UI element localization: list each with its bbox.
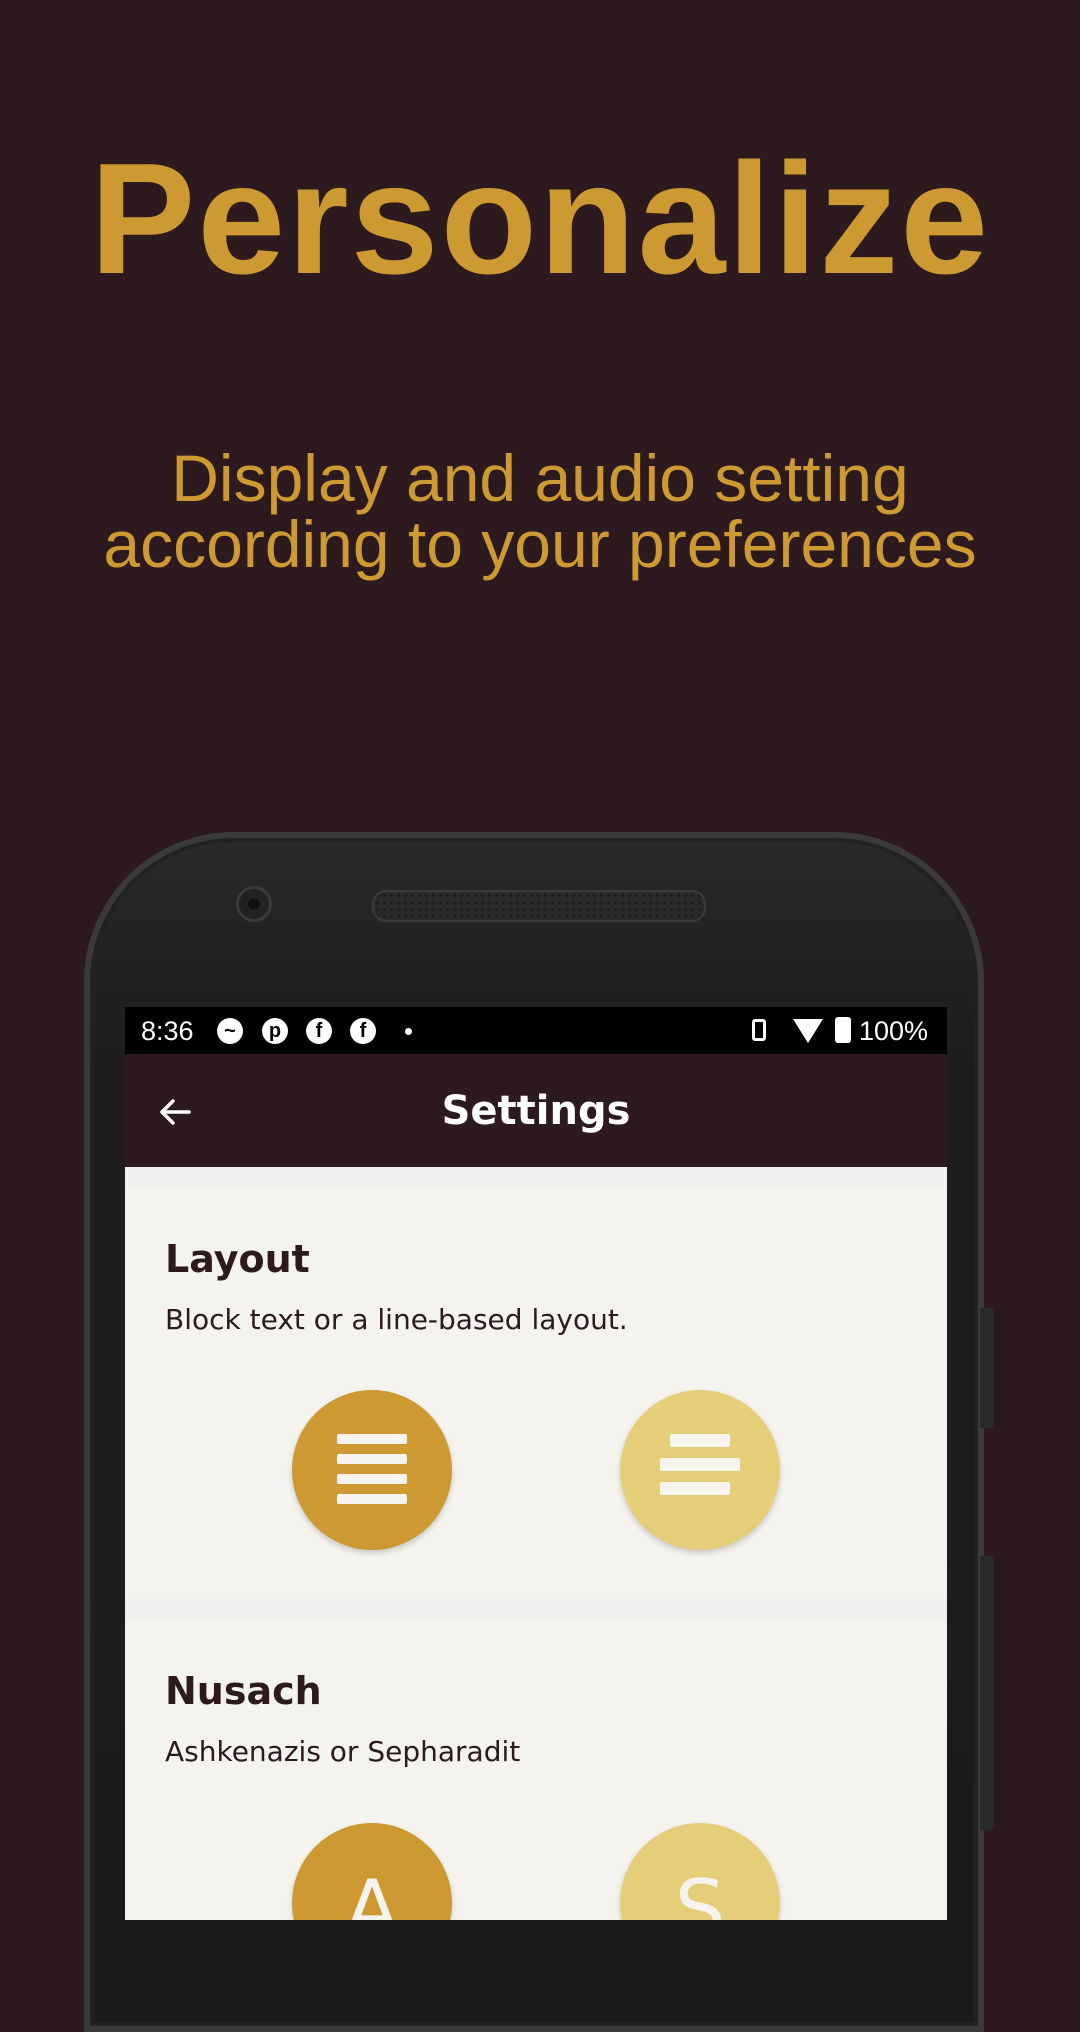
line-layout-button[interactable] xyxy=(620,1390,780,1550)
nusach-title: Nusach xyxy=(165,1669,322,1713)
battery-icon xyxy=(835,1017,851,1043)
more-notifications-dot-icon xyxy=(405,1028,412,1035)
nusach-description: Ashkenazis or Sepharadit xyxy=(165,1735,521,1768)
app-bar: Settings xyxy=(125,1054,947,1167)
status-time: 8:36 xyxy=(141,1016,194,1046)
nusach-setting-card: Nusach Ashkenazis or Sepharadit A S xyxy=(125,1619,947,1920)
promo-subline-line2: according to your preferences xyxy=(103,507,977,581)
promo-subline-line1: Display and audio setting xyxy=(171,441,909,515)
earpiece-speaker xyxy=(372,890,706,922)
ashkenazi-option-label: A xyxy=(344,1863,400,1920)
promo-headline: Personalize xyxy=(89,131,991,307)
front-camera xyxy=(236,886,272,922)
ashkenazi-option-button[interactable]: A xyxy=(292,1823,452,1920)
phone-screen: 8:36 ~ p f f 100% Settings Layout Block … xyxy=(125,1007,947,1920)
sephardi-option-button[interactable]: S xyxy=(620,1823,780,1920)
layout-setting-card: Layout Block text or a line-based layout… xyxy=(125,1187,947,1599)
page-title: Settings xyxy=(441,1088,631,1134)
wifi-icon xyxy=(793,1019,823,1043)
battery-percent: 100% xyxy=(859,1016,929,1046)
status-bar: 8:36 ~ p f f 100% xyxy=(125,1007,947,1054)
notification-app-icon: p xyxy=(262,1018,288,1044)
facebook-icon: f xyxy=(306,1018,332,1044)
messenger-icon: ~ xyxy=(217,1018,243,1044)
promo-subline: Display and audio setting according to y… xyxy=(0,445,1080,577)
facebook-icon: f xyxy=(350,1018,376,1044)
vibrate-icon xyxy=(752,1019,766,1041)
layout-title: Layout xyxy=(165,1237,310,1281)
block-layout-icon xyxy=(337,1434,407,1514)
layout-description: Block text or a line-based layout. xyxy=(165,1303,628,1336)
sephardi-option-label: S xyxy=(674,1863,726,1920)
block-layout-button[interactable] xyxy=(292,1390,452,1550)
line-layout-icon xyxy=(660,1434,740,1505)
power-button xyxy=(980,1556,994,1830)
volume-button xyxy=(980,1308,994,1428)
